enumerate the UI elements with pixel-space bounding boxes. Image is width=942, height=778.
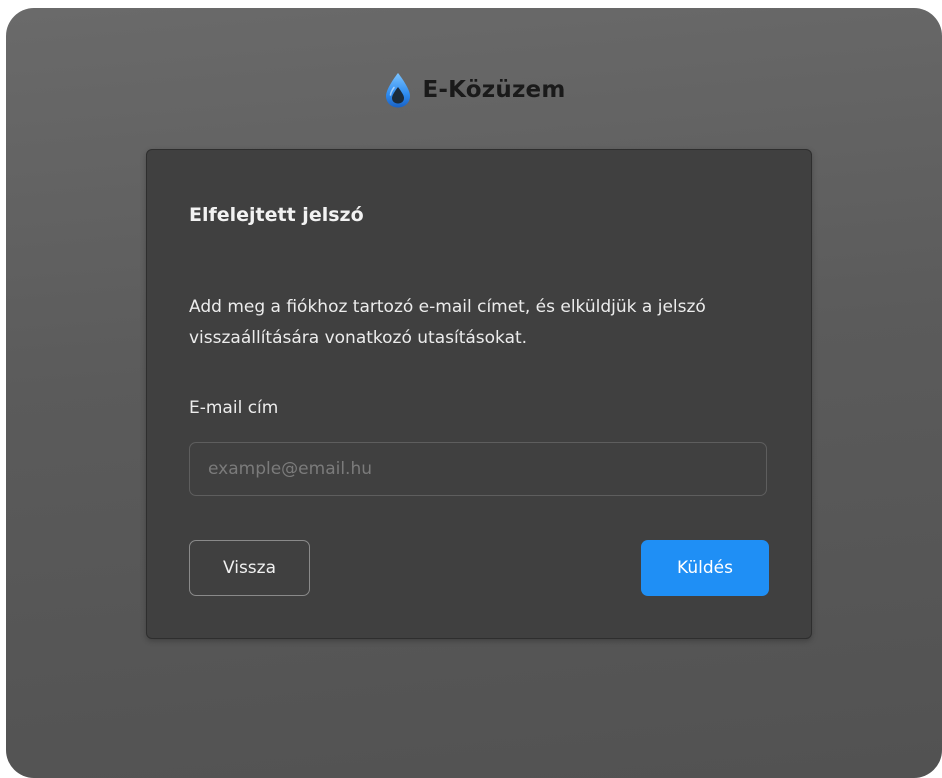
forgot-password-card: Elfelejtett jelszó Add meg a fiókhoz tar… xyxy=(146,149,812,639)
email-label: E-mail cím xyxy=(189,398,279,418)
send-button[interactable]: Küldés xyxy=(641,540,769,596)
brand-name: E-Közüzem xyxy=(422,77,566,103)
email-input[interactable] xyxy=(189,442,767,496)
app-window: E-Közüzem Elfelejtett jelszó Add meg a f… xyxy=(6,8,942,778)
brand-header: E-Közüzem xyxy=(6,70,942,110)
water-drop-icon xyxy=(385,73,410,108)
card-title: Elfelejtett jelszó xyxy=(189,204,364,226)
back-button[interactable]: Vissza xyxy=(189,540,310,596)
card-description: Add meg a fiókhoz tartozó e-mail címet, … xyxy=(189,297,706,348)
